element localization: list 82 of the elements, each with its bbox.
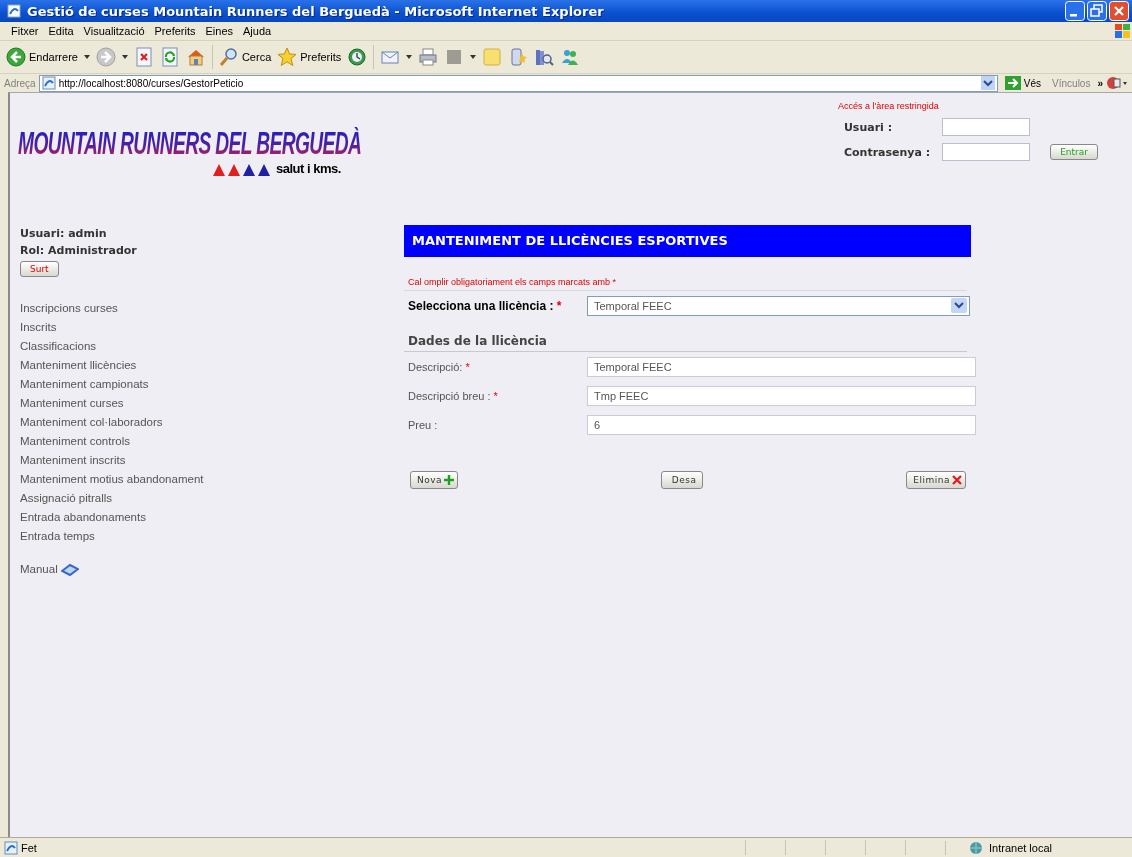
licence-select[interactable]: Temporal FEEC xyxy=(587,295,970,316)
sidebar-link[interactable]: Manteniment inscrits xyxy=(20,451,394,470)
select-value: Temporal FEEC xyxy=(594,299,672,312)
login-field[interactable] xyxy=(942,118,1031,136)
login-label: Contrasenya : xyxy=(843,145,931,159)
required-fields-note: Cal omplir obligatoriament els camps marcats amb xyxy=(408,277,611,287)
sidebar-link[interactable]: Inscripcions curses xyxy=(20,299,394,318)
text-field[interactable]: Temporal FEEC xyxy=(587,356,976,377)
sidebar-link[interactable]: Assignació pitralls xyxy=(20,489,394,508)
window-title: Gestió de curses Mountain Runners del Berguedà - Microsoft Internet Explorer xyxy=(27,3,605,19)
required-mark: * xyxy=(556,298,562,313)
text-field[interactable]: 6 xyxy=(587,414,976,435)
section-heading: Dades de la llicència xyxy=(404,334,967,352)
manual-link[interactable]: Manual xyxy=(20,560,58,579)
menu-item[interactable]: Visualització xyxy=(78,25,150,37)
required-mark: * xyxy=(612,277,617,287)
minimize-icon[interactable] xyxy=(1065,1,1085,21)
sidebar-link[interactable]: Manteniment curses xyxy=(20,394,394,413)
star-icon xyxy=(277,47,298,67)
dropdown-arrow-icon[interactable] xyxy=(83,54,90,60)
go-button[interactable]: Vés xyxy=(1000,76,1046,90)
field-label: Selecciona una llicència : xyxy=(408,298,554,313)
people-icon[interactable] xyxy=(560,47,581,67)
ie-page-icon xyxy=(4,840,18,855)
delete-button[interactable]: Elimina xyxy=(906,471,966,489)
dropdown-arrow-icon[interactable] xyxy=(121,54,128,60)
user-name: Usuari: admin xyxy=(20,227,108,240)
required-mark: * xyxy=(465,360,470,373)
printer-icon[interactable] xyxy=(418,47,439,67)
sidebar-link[interactable]: Classificacions xyxy=(20,337,394,356)
zone-label: Intranet local xyxy=(989,841,1052,854)
phone-star-icon[interactable] xyxy=(508,47,529,67)
clock-icon[interactable] xyxy=(347,47,368,67)
sidebar-link[interactable]: Manteniment campionats xyxy=(20,375,394,394)
go-arrow-icon xyxy=(1004,76,1021,90)
menu-item[interactable]: Preferits xyxy=(149,25,201,37)
login-field[interactable] xyxy=(942,143,1031,161)
logo-slogan: salut i kms. xyxy=(276,161,341,176)
menu-item[interactable]: Eines xyxy=(200,25,239,37)
form-title-bar: MANTENIMENT DE LLICÈNCIES ESPORTIVES xyxy=(404,225,971,257)
restore-icon[interactable] xyxy=(1087,1,1107,21)
field-label: Descripció: xyxy=(408,360,463,373)
sidebar-link[interactable]: Entrada temps xyxy=(20,527,394,546)
books-magnifier-icon[interactable] xyxy=(534,47,555,67)
sidebar-link[interactable]: Inscrits xyxy=(20,318,394,337)
close-icon[interactable] xyxy=(1109,1,1129,21)
sidebar-link[interactable]: Manteniment col·laboradors xyxy=(20,413,394,432)
restricted-area-notice: Accés a l'àrea restringida xyxy=(837,101,940,111)
sidebar-link[interactable]: Manteniment llicències xyxy=(20,356,394,375)
status-text: Fet xyxy=(21,841,37,854)
address-field[interactable]: http://localhost:8080/curses/GestorPeticio xyxy=(38,74,998,92)
ie-page-icon xyxy=(6,3,22,19)
menu-item[interactable]: Ajuda xyxy=(238,25,277,37)
search-icon xyxy=(218,47,239,67)
ie-page-icon xyxy=(41,76,56,90)
required-mark: * xyxy=(493,389,498,402)
toolbar-button[interactable]: Endarrere xyxy=(6,47,78,67)
windows-logo-icon xyxy=(1112,22,1132,40)
more-chevron[interactable]: » xyxy=(1097,77,1103,89)
sidebar-link[interactable]: Manteniment controls xyxy=(20,432,394,451)
login-label: Usuari : xyxy=(843,120,894,134)
address-label: Adreça xyxy=(4,77,36,89)
field-label: Preu : xyxy=(408,418,438,431)
user-role: Rol: Administrador xyxy=(20,244,138,257)
text-field[interactable]: Tmp FEEC xyxy=(587,385,976,406)
plus-icon xyxy=(443,474,456,486)
field-label: Descripció breu : xyxy=(408,389,491,402)
cross-icon xyxy=(951,474,963,486)
save-button[interactable]: Desa xyxy=(661,471,704,489)
menu-item[interactable]: Edita xyxy=(43,25,79,37)
address-url: http://localhost:8080/curses/GestorPeticio xyxy=(58,77,245,89)
sidebar-link[interactable]: Entrada abandonaments xyxy=(20,508,394,527)
dropdown-arrow-icon[interactable] xyxy=(406,54,413,60)
dropdown-arrow-icon[interactable] xyxy=(470,54,477,60)
sidebar-link[interactable]: Manteniment motius abandonament xyxy=(20,470,394,489)
toolbar-button[interactable]: Cerca xyxy=(218,47,272,67)
stop-icon[interactable] xyxy=(133,47,154,67)
menu-item[interactable]: Fitxer xyxy=(6,25,44,37)
toolbar-button[interactable]: Preferits xyxy=(277,47,342,67)
refresh-icon[interactable] xyxy=(159,47,180,67)
logout-button[interactable]: Surt xyxy=(20,261,59,277)
new-button[interactable]: Nova xyxy=(410,471,459,489)
